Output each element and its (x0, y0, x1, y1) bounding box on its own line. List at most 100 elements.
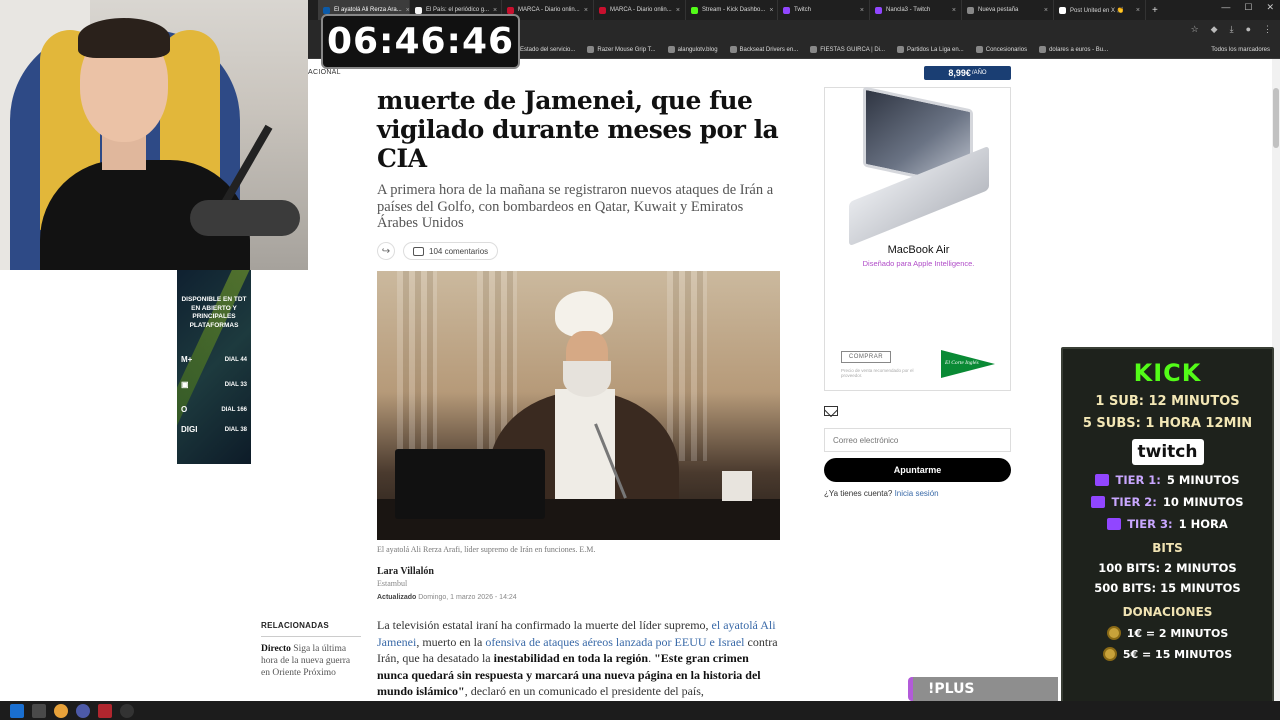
profile-icon[interactable]: ● (1246, 24, 1251, 35)
tab-close-icon[interactable]: × (676, 7, 680, 14)
tab-label: Nancla3 - Twitch (886, 7, 931, 13)
article-body: La televisión estatal iraní ha confirmad… (377, 617, 782, 700)
donation-row: 5€ = 15 MINUTOS (1063, 647, 1272, 661)
screen: El ayatolá Ali Rerza Ara... × El País: el … (0, 0, 1280, 720)
tier-name: TIER 1: (1115, 473, 1161, 487)
login-link[interactable]: Inicia sesión (895, 489, 939, 498)
buy-button[interactable]: COMPRAR (841, 351, 891, 363)
tab-close-icon[interactable]: × (769, 7, 773, 14)
bookmark-icon (810, 46, 818, 53)
tier-value: 10 MINUTOS (1162, 495, 1244, 509)
bookmark-label: alangulotv.blog (677, 46, 718, 53)
related-item[interactable]: Directo Siga la última hora de la nueva … (261, 643, 361, 679)
browser-tab[interactable]: Post United en X 👏 × (1054, 0, 1146, 20)
login-prompt: ¿Ya tienes cuenta? Inicia sesión (824, 489, 939, 498)
email-field[interactable] (824, 428, 1011, 452)
author-location: Estambul (377, 579, 408, 588)
browser-tab[interactable]: Twitch × (778, 0, 870, 20)
tab-close-icon[interactable]: × (860, 7, 864, 14)
new-tab-icon[interactable]: + (1146, 5, 1164, 16)
tab-label: MARCA - Diario onlin... (518, 7, 580, 13)
kick-sub-5: 5 SUBS: 1 HORA 12MIN (1082, 416, 1253, 431)
twitch-logo: twitch (1131, 439, 1204, 465)
share-icon[interactable]: ↪ (377, 242, 395, 260)
bits-title: BITS (1152, 541, 1183, 555)
twitch-tier-row: TIER 3: 1 HORA (1063, 517, 1272, 531)
tab-favicon-icon (875, 6, 882, 14)
photo-caption: El ayatolá Ali Rerza Arafi, líder suprem… (377, 545, 595, 554)
browser-tab[interactable]: Nueva pestaña × (962, 0, 1054, 20)
record-icon[interactable] (120, 703, 134, 718)
star-icon[interactable]: ☆ (1191, 24, 1199, 35)
ad-disclaimer: Precio de venta recomendado por el prove… (841, 368, 914, 378)
chrome-icon[interactable] (54, 703, 68, 718)
bookmark-item[interactable]: dolares a euros - Bu... (1039, 46, 1108, 53)
tab-close-icon[interactable]: × (1136, 7, 1140, 14)
subscribe-unit: /AÑO (971, 70, 987, 76)
donation-row: 1€ = 2 MINUTOS (1063, 626, 1272, 640)
photo-tissue-box (722, 471, 752, 501)
comments-button[interactable]: 104 comentarios (403, 242, 499, 260)
curtain-decoration (397, 271, 437, 461)
el-corte-ingles-logo[interactable]: El Corte Inglés (941, 350, 995, 378)
tab-favicon-icon (599, 6, 606, 14)
section-label[interactable]: ACIONAL (308, 69, 341, 76)
subscribe-button[interactable]: 8,99€/AÑO (924, 66, 1011, 80)
related-title: RELACIONADAS (261, 621, 361, 637)
macbook-ad[interactable]: MacBook Air Diseñado para Apple Intellig… (824, 86, 1011, 391)
download-icon[interactable]: ⤓ (1230, 24, 1234, 35)
maximize-icon[interactable]: ☐ (1244, 2, 1252, 13)
bookmark-item[interactable]: Backseat Drivers en... (729, 46, 798, 53)
tab-favicon-icon (507, 6, 514, 14)
article-headline: muerte de Jamenei, que fue vigilado dura… (377, 86, 779, 173)
browser-tab[interactable]: Stream - Kick Dashbo... × (686, 0, 778, 20)
bookmark-label: Estado del servicio... (520, 46, 576, 53)
coin-icon (1106, 626, 1121, 640)
browser-tab[interactable]: MARCA - Diario onlin... × (594, 0, 686, 20)
tab-close-icon[interactable]: × (584, 7, 588, 14)
task-view-icon[interactable] (32, 703, 46, 718)
stream-timer: 06:46:46 (321, 14, 520, 69)
channel-logo: O (181, 405, 188, 414)
bookmark-item[interactable]: FIESTAS GUIRCA | Di... (810, 46, 885, 53)
author-name[interactable]: Lara Villalón (377, 566, 434, 577)
channel-row: ▣ DIAL 33 (181, 380, 247, 389)
tab-close-icon[interactable]: × (493, 7, 497, 14)
tab-label: El ayatolá Ali Rerza Ara... (334, 7, 402, 13)
tab-favicon-icon (783, 6, 790, 14)
tab-close-icon[interactable]: × (1044, 7, 1048, 14)
all-bookmarks-folder[interactable]: Todos los marcadores (1211, 47, 1270, 53)
body-text: , muerto en la (416, 634, 483, 649)
minimize-icon[interactable]: — (1221, 2, 1230, 13)
twitch-badge-icon (1095, 474, 1110, 486)
extensions-icon[interactable]: ◆ (1211, 24, 1218, 35)
body-link-offensive[interactable]: ofensiva de ataques aéreos lanzada por E… (485, 635, 744, 649)
bookmark-label: dolares a euros - Bu... (1049, 46, 1109, 53)
bookmark-item[interactable]: Partidos La Liga en... (897, 46, 964, 53)
bookmark-item[interactable]: alangulotv.blog (667, 46, 718, 53)
coin-icon (1102, 647, 1117, 661)
obs-icon[interactable] (98, 703, 112, 718)
app-icon[interactable] (76, 703, 90, 718)
browser-tab[interactable]: Nancla3 - Twitch × (870, 0, 962, 20)
bookmark-item[interactable]: Razer Mouse Grip T... (587, 46, 656, 53)
windows-start-icon[interactable] (10, 703, 24, 718)
macbook-image (845, 86, 991, 247)
related-box: RELACIONADAS Directo Siga la última hora… (261, 621, 361, 679)
bookmark-icon (1039, 46, 1047, 53)
tab-close-icon[interactable]: × (952, 7, 956, 14)
bookmark-icon (587, 46, 595, 53)
window-controls: — ☐ ✕ (1221, 2, 1274, 13)
tab-label: Nueva pestaña (978, 7, 1019, 13)
related-item-tag: Directo (261, 644, 291, 654)
scrollbar-thumb[interactable] (1273, 88, 1279, 148)
article-photo[interactable] (377, 271, 780, 540)
donations-title: DONACIONES (1122, 605, 1213, 619)
close-window-icon[interactable]: ✕ (1266, 2, 1274, 13)
subscribe-newsletter-button[interactable]: Apuntarme (824, 458, 1011, 482)
menu-icon[interactable]: ⋮ (1263, 24, 1272, 35)
bookmark-item[interactable]: Concesionarios (975, 46, 1027, 53)
channel-dial: DIAL 166 (221, 406, 247, 413)
updated-date: Domingo, 1 marzo 2026 - 14:24 (418, 594, 517, 601)
tv-channel-ad[interactable]: DISPONIBLE EN TDT EN ABIERTO Y PRINCIPAL… (177, 268, 251, 464)
